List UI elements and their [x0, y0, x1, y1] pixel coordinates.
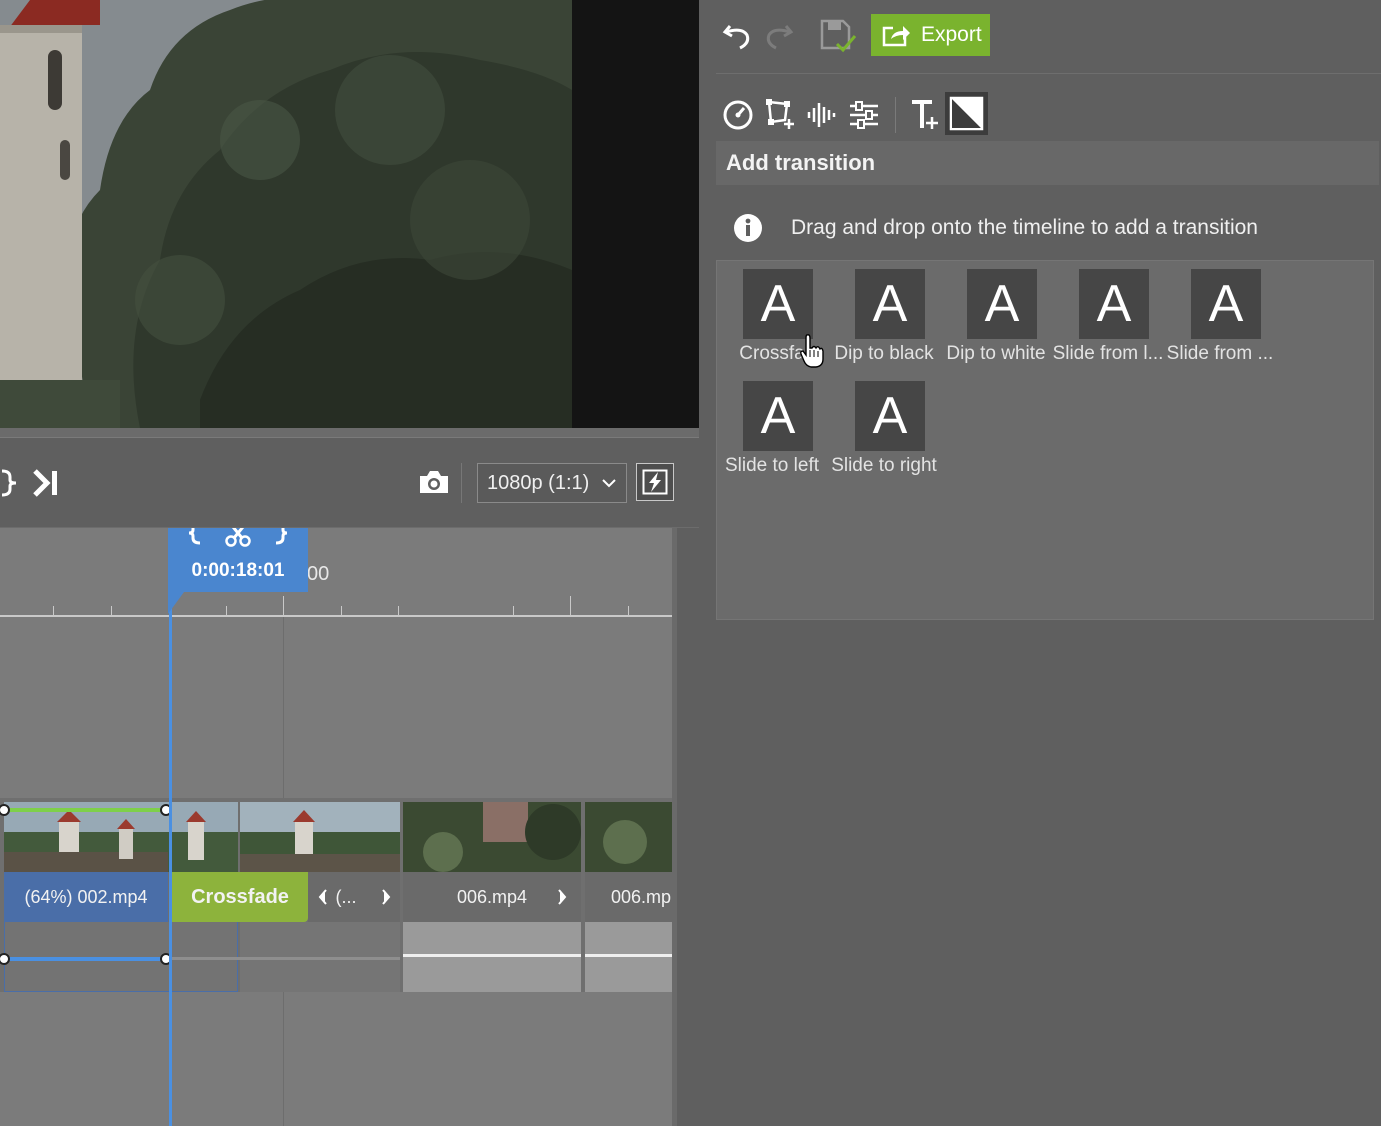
- clip-label: 006.mp4: [456, 886, 528, 907]
- transition-thumbnail: A: [855, 269, 925, 339]
- transition-label: Slide from l...: [1052, 343, 1164, 364]
- properties-panel: Export Add transition Drag and drop onto…: [699, 0, 1381, 1126]
- clip-label-short[interactable]: (...: [308, 872, 400, 922]
- transition-tile-slide-from-right[interactable]: A Slide from ...: [1165, 269, 1277, 379]
- mark-in-icon[interactable]: [186, 528, 204, 546]
- chevron-left-icon: [318, 889, 327, 905]
- text-icon[interactable]: [909, 96, 943, 132]
- preview-image: [0, 0, 572, 428]
- timeline-ruler[interactable]: [0, 615, 672, 617]
- export-label: Export: [921, 23, 982, 46]
- transition-crossfade[interactable]: Crossfade: [172, 872, 308, 922]
- transition-thumbnail: A: [743, 269, 813, 339]
- transition-label: Slide from ...: [1166, 343, 1274, 364]
- ruler-tick: [111, 606, 112, 615]
- preview-divider[interactable]: [0, 428, 699, 438]
- resolution-value: 1080p (1:1): [487, 471, 590, 494]
- clip-thumbnails[interactable]: [4, 802, 168, 872]
- separator: [895, 97, 896, 133]
- chevron-right-icon: [381, 889, 390, 905]
- transition-tile-slide-from-left[interactable]: A Slide from l...: [1053, 269, 1165, 379]
- redo-icon[interactable]: [763, 20, 795, 52]
- crop-transform-icon[interactable]: [763, 97, 797, 131]
- ruler-tick: [53, 606, 54, 615]
- chevron-down-icon: [602, 479, 616, 488]
- clip-label[interactable]: (64%) 002.mp4: [4, 872, 168, 922]
- transition-tile-dip-to-black[interactable]: A Dip to black: [829, 269, 941, 379]
- transition-icon: [949, 96, 984, 131]
- transition-thumbnail: A: [743, 381, 813, 451]
- export-button[interactable]: Export: [871, 14, 990, 56]
- clip-thumbnails[interactable]: [168, 802, 238, 872]
- audio-segment[interactable]: [585, 922, 672, 992]
- separator: [716, 73, 1381, 74]
- trim-line[interactable]: [4, 808, 168, 812]
- transition-label: Dip to white: [946, 343, 1046, 364]
- transition-gallery: A Crossfa A Dip to black A Dip to white …: [716, 260, 1374, 620]
- playhead[interactable]: 0:00:18:01: [168, 528, 308, 592]
- volume-line: [585, 954, 672, 957]
- transition-tool-button[interactable]: [945, 92, 988, 135]
- hand-cursor-icon: [800, 334, 824, 368]
- ruler-tick: [283, 596, 284, 615]
- ruler-tick: [570, 596, 571, 615]
- audio-segment[interactable]: [403, 922, 581, 992]
- section-header: Add transition: [716, 141, 1379, 185]
- transition-tile-slide-to-right[interactable]: A Slide to right: [829, 381, 941, 491]
- info-icon: [734, 214, 762, 242]
- camera-icon[interactable]: [417, 467, 451, 497]
- ruler-time-label: 00: [307, 563, 330, 585]
- clip-thumbnails[interactable]: [585, 802, 672, 872]
- mark-out-icon[interactable]: [272, 528, 290, 546]
- ruler-tick: [226, 606, 227, 615]
- save-check-icon[interactable]: [819, 18, 859, 56]
- adjustments-icon[interactable]: [847, 98, 881, 132]
- separator: [461, 463, 462, 503]
- transition-label: Slide to left: [725, 455, 819, 476]
- transition-tile-slide-to-left[interactable]: A Slide to left: [717, 381, 829, 491]
- clip-006-b[interactable]: 006.mp: [585, 872, 672, 922]
- transition-thumbnail: A: [967, 269, 1037, 339]
- transition-thumbnail: A: [855, 381, 925, 451]
- speed-icon[interactable]: [721, 98, 755, 132]
- playback-controls: 1080p (1:1): [0, 438, 699, 528]
- lightning-icon: [642, 469, 668, 495]
- ruler-tick: [341, 606, 342, 615]
- audio-icon[interactable]: [805, 98, 837, 132]
- clip-label: (...: [335, 886, 357, 907]
- info-text: Drag and drop onto the timeline to add a…: [791, 216, 1258, 239]
- volume-line: [403, 954, 581, 957]
- close-brace-icon[interactable]: [0, 468, 22, 498]
- timeline[interactable]: 00 (64%) 002.mp4 Crossfade (... 006.mp4 …: [0, 528, 699, 1126]
- video-preview: [0, 0, 699, 428]
- ruler-tick: [628, 606, 629, 615]
- export-icon: [882, 26, 910, 47]
- playhead-pointer: [168, 592, 184, 614]
- section-title: Add transition: [726, 150, 876, 175]
- transition-label: Slide to right: [831, 455, 937, 476]
- skip-to-end-icon[interactable]: [32, 468, 60, 498]
- transition-tile-dip-to-white[interactable]: A Dip to white: [941, 269, 1053, 379]
- timeline-scrollbar[interactable]: [672, 528, 699, 1126]
- clip-006[interactable]: 006.mp4: [403, 872, 581, 922]
- undo-icon[interactable]: [721, 20, 753, 52]
- ruler-tick: [513, 606, 514, 615]
- playhead-line[interactable]: [169, 588, 172, 1126]
- fast-render-button[interactable]: [636, 463, 674, 501]
- preview-frame: [0, 0, 572, 428]
- volume-line[interactable]: [4, 957, 168, 961]
- transition-thumbnail: A: [1191, 269, 1261, 339]
- clip-thumbnails[interactable]: [240, 802, 400, 872]
- clip-thumbnails[interactable]: [403, 802, 581, 872]
- transition-label: Dip to black: [834, 343, 934, 364]
- playhead-time: 0:00:18:01: [191, 560, 285, 581]
- transition-thumbnail: A: [1079, 269, 1149, 339]
- chevron-right-icon: [558, 889, 567, 905]
- info-row: Drag and drop onto the timeline to add a…: [733, 212, 1258, 244]
- volume-line: [168, 957, 400, 960]
- resolution-select[interactable]: 1080p (1:1): [477, 463, 627, 503]
- ruler-tick: [398, 606, 399, 615]
- scissors-icon[interactable]: [224, 528, 252, 548]
